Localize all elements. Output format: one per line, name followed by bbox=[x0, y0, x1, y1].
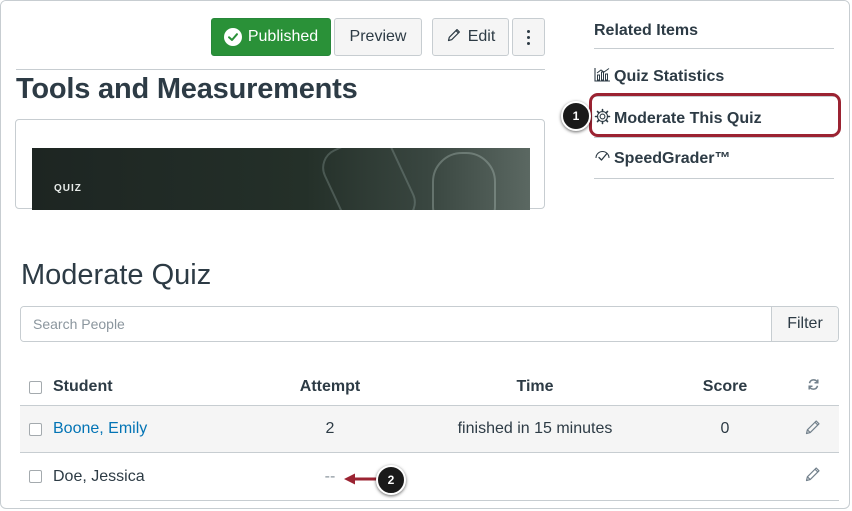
glassware-decoration bbox=[315, 148, 423, 210]
quiz-preview-card: QUIZ bbox=[15, 119, 545, 210]
table-row: Boone, Emily 2 finished in 15 minutes 0 bbox=[20, 405, 839, 453]
search-people-input[interactable] bbox=[21, 307, 771, 341]
time-value: finished in 15 minutes bbox=[457, 420, 613, 437]
statistics-chart-icon bbox=[594, 67, 611, 87]
quiz-banner-label: QUIZ bbox=[54, 183, 82, 194]
edit-button[interactable]: Edit bbox=[432, 18, 509, 56]
row-checkbox[interactable] bbox=[28, 422, 42, 436]
moderate-quiz-title: Moderate Quiz bbox=[21, 259, 212, 291]
quiz-banner-image: QUIZ bbox=[32, 148, 530, 210]
highlight-moderate-quiz bbox=[589, 93, 841, 137]
attempt-value: 2 bbox=[325, 420, 335, 437]
select-all-cell bbox=[26, 369, 44, 405]
pencil-icon[interactable] bbox=[804, 418, 822, 441]
speedgrader-check-icon bbox=[594, 149, 611, 169]
pencil-icon bbox=[446, 27, 462, 48]
related-divider bbox=[594, 48, 834, 49]
column-attempt: Attempt bbox=[299, 378, 361, 395]
related-item-label: Quiz Statistics bbox=[614, 68, 725, 85]
related-item-quiz-statistics[interactable]: Quiz Statistics bbox=[594, 67, 724, 87]
pencil-icon[interactable] bbox=[804, 465, 822, 488]
related-divider bbox=[594, 137, 834, 138]
callout-1: 1 bbox=[561, 101, 591, 131]
column-student: Student bbox=[53, 378, 113, 395]
column-time: Time bbox=[516, 378, 554, 395]
related-divider bbox=[594, 178, 834, 179]
published-button[interactable]: Published bbox=[211, 18, 331, 56]
time-value bbox=[435, 453, 635, 500]
score-value: 0 bbox=[720, 420, 730, 437]
more-options-button[interactable] bbox=[512, 18, 545, 56]
glassware-decoration bbox=[432, 152, 496, 210]
header-divider bbox=[16, 69, 545, 70]
edit-cell bbox=[798, 406, 828, 452]
table-row: Doe, Jessica -- bbox=[20, 453, 839, 501]
refresh-cell bbox=[798, 369, 828, 405]
column-score: Score bbox=[702, 378, 748, 395]
preview-button[interactable]: Preview bbox=[334, 18, 422, 56]
arrow-left-icon bbox=[344, 473, 379, 485]
screenshot-frame: Published Preview Edit Tools and Measure… bbox=[0, 0, 850, 509]
edit-cell bbox=[798, 453, 828, 500]
callout-2: 2 bbox=[376, 465, 406, 495]
published-label: Published bbox=[247, 28, 319, 45]
refresh-icon[interactable] bbox=[807, 378, 820, 396]
related-items-heading: Related Items bbox=[594, 22, 699, 39]
quiz-page-panel: Published Preview Edit Tools and Measure… bbox=[1, 1, 849, 210]
search-people-group: Filter bbox=[20, 306, 839, 342]
filter-button[interactable]: Filter bbox=[771, 307, 838, 341]
related-item-label: SpeedGrader™ bbox=[614, 150, 731, 167]
check-circle-icon bbox=[223, 28, 242, 46]
student-cell: Boone, Emily bbox=[53, 406, 147, 452]
quiz-title: Tools and Measurements bbox=[16, 73, 358, 105]
select-all-checkbox[interactable] bbox=[28, 380, 42, 394]
table-header-row: Student Attempt Time Score bbox=[20, 369, 839, 405]
preview-label: Preview bbox=[349, 28, 407, 45]
related-item-speedgrader[interactable]: SpeedGrader™ bbox=[594, 149, 730, 169]
row-select-cell bbox=[26, 406, 44, 452]
row-select-cell bbox=[26, 453, 44, 500]
row-checkbox[interactable] bbox=[28, 470, 42, 483]
student-name-link[interactable]: Boone, Emily bbox=[53, 420, 147, 438]
student-name: Doe, Jessica bbox=[53, 467, 145, 485]
edit-label: Edit bbox=[467, 28, 496, 45]
kebab-icon bbox=[527, 29, 530, 45]
score-value bbox=[670, 453, 780, 500]
